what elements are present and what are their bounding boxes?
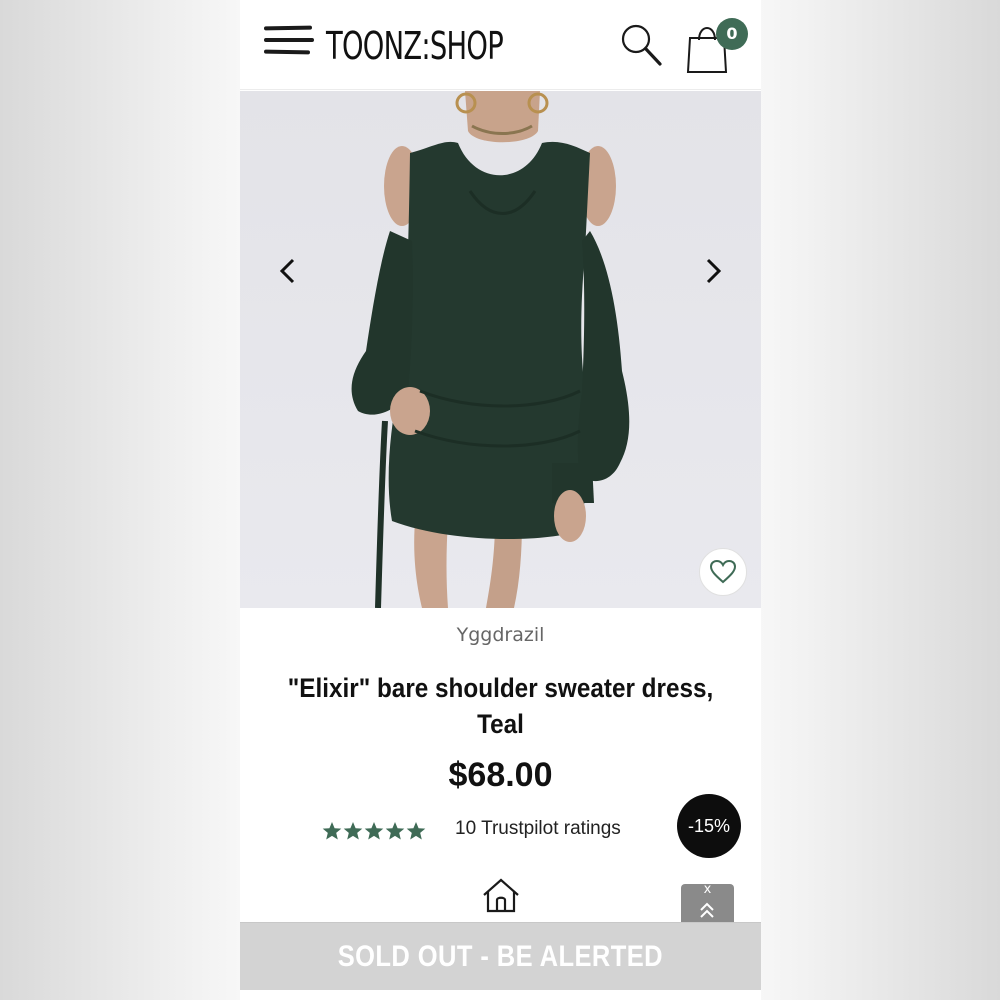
product-photo [351,91,630,608]
wishlist-button[interactable] [699,548,747,596]
star-icon [364,822,384,840]
chevron-right-icon [706,258,722,284]
product-title: "Elixir" bare shoulder sweater dress, Te… [287,673,714,739]
home-button[interactable] [480,876,522,916]
scroll-top-close[interactable]: x [681,882,734,897]
rating-stars[interactable] [322,821,426,843]
site-header: TOONZ:SHOP 0 [240,0,761,90]
product-image-carousel[interactable] [240,91,761,608]
search-button[interactable] [616,20,666,70]
product-brand[interactable]: Yggdrazil [240,624,761,646]
ratings-count[interactable]: 10 Trustpilot ratings [455,818,621,840]
sold-out-alert-button[interactable]: SOLD OUT - BE ALERTED [240,922,761,990]
mobile-page: TOONZ:SHOP 0 Yggdrazil "Elixir" bare sho… [240,0,761,1000]
discount-badge: -15% [677,794,741,858]
carousel-next-button[interactable] [698,256,728,286]
carousel-prev-button[interactable] [273,256,303,286]
search-icon [621,24,662,66]
star-icon [322,822,342,840]
heart-icon [709,559,737,584]
star-icon [343,822,363,840]
menu-button[interactable] [263,25,316,66]
cart-count-badge: 0 [716,18,748,50]
star-icon [406,822,426,840]
site-logo[interactable]: TOONZ:SHOP [326,20,504,72]
product-price: $68.00 [448,756,553,794]
double-chevron-up-icon [700,902,714,918]
chevron-left-icon [279,258,295,284]
home-icon [483,878,519,913]
scroll-to-top-button[interactable]: x [681,882,734,924]
star-icon [385,822,405,840]
hamburger-icon [263,25,313,31]
sold-out-label: SOLD OUT - BE ALERTED [337,940,664,973]
